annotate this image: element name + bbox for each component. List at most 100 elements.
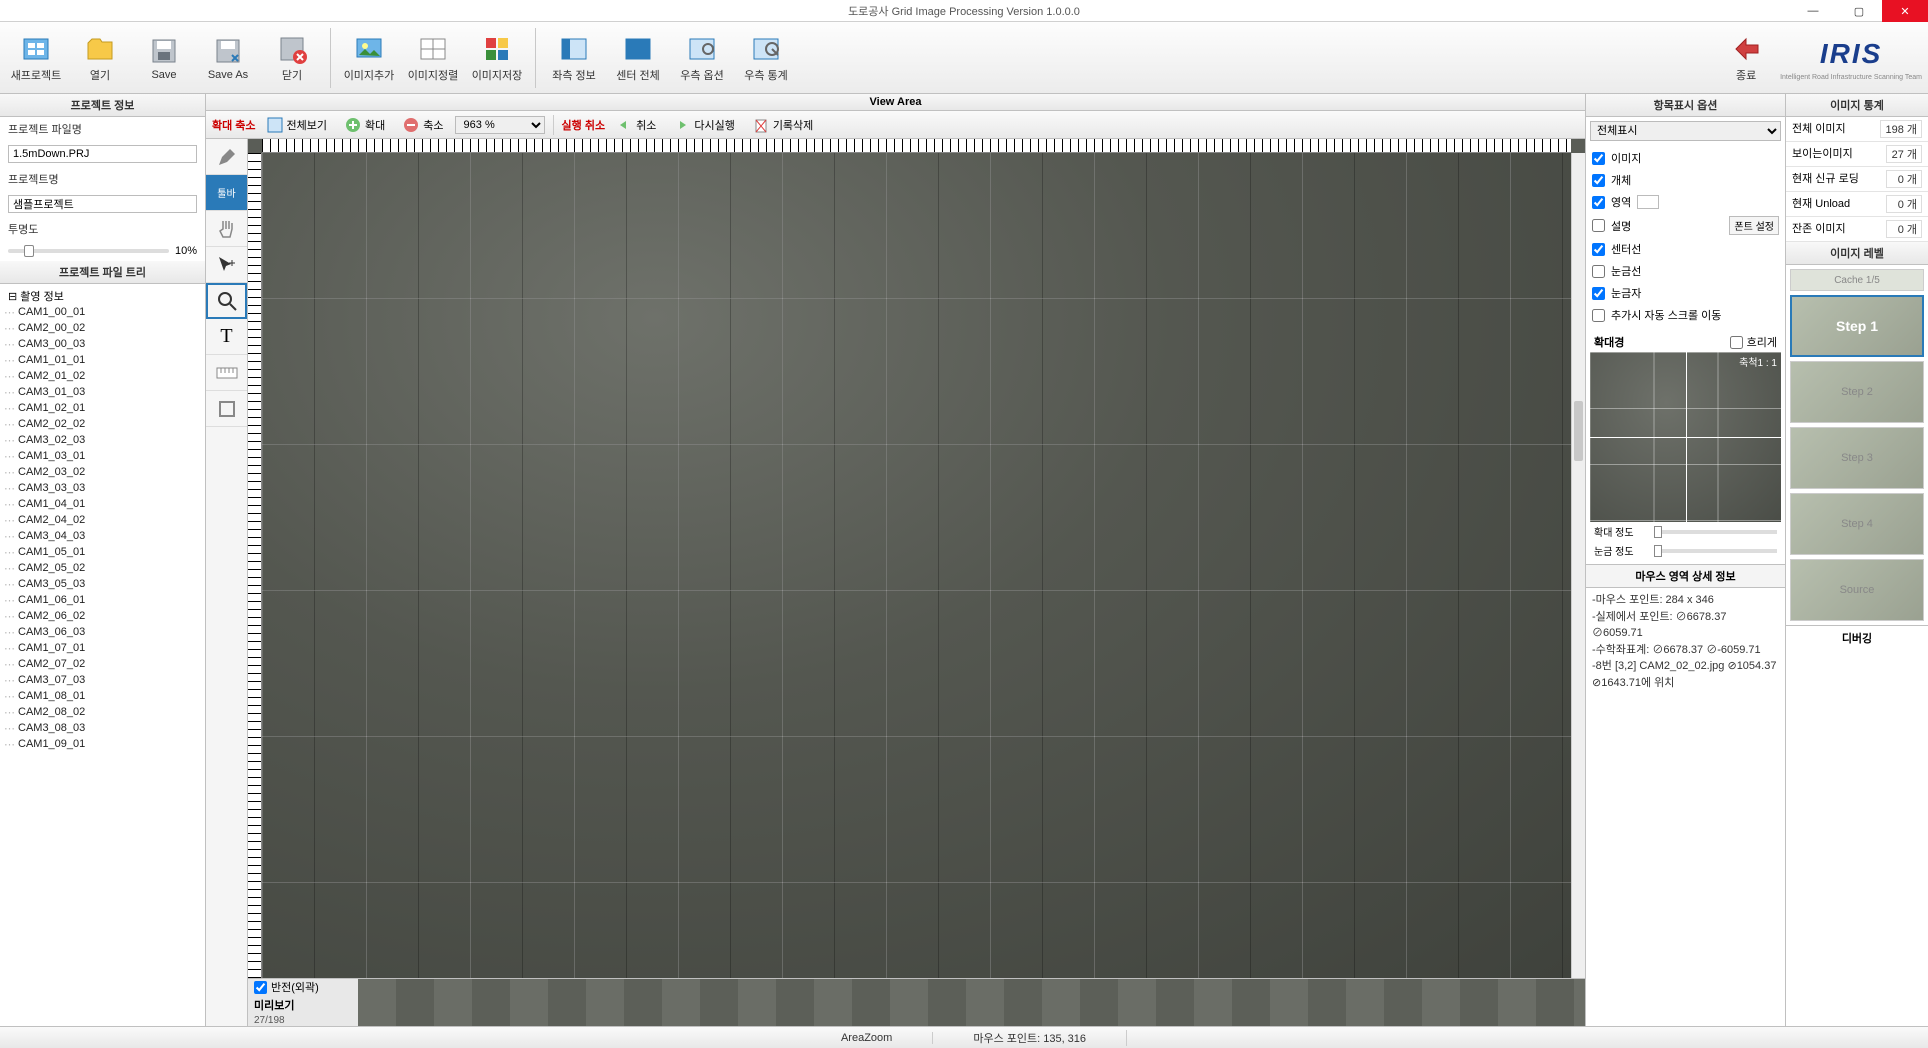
redo-button[interactable]: 다시실행 [667,114,741,136]
stat-row: 전체 이미지198 개 [1786,117,1928,142]
save-as-button[interactable]: Save As [198,26,258,90]
right-stat-button[interactable]: 우측 통계 [736,26,796,90]
zoom-in-button[interactable]: 확대 [338,114,392,136]
ribbon-toolbar: 새프로젝트 열기 Save Save As 닫기 이미지추가 이미지정렬 이미지… [0,22,1928,94]
left-info-button[interactable]: 좌측 정보 [544,26,604,90]
hand-tool[interactable] [206,211,247,247]
tree-node[interactable]: CAM2_02_02 [0,416,205,432]
rect-tool[interactable] [206,391,247,427]
panel-right-option-icon [686,33,718,65]
tree-node[interactable]: CAM3_01_03 [0,384,205,400]
save-image-button[interactable]: 이미지저장 [467,26,527,90]
opt-image-checkbox[interactable] [1592,152,1605,165]
minimize-button[interactable]: — [1790,0,1836,22]
exit-button[interactable]: 종료 [1716,26,1776,90]
tree-node[interactable]: CAM3_07_03 [0,672,205,688]
level-item[interactable]: Step 4 [1790,493,1924,555]
center-all-button[interactable]: 센터 전체 [608,26,668,90]
view-toolbar: 확대 축소 전체보기 확대 축소 963 % 실행 취소 취소 다시실행 기록삭… [206,111,1585,139]
zoom-select[interactable]: 963 % [455,116,545,134]
save-as-icon [212,35,244,67]
tree-node[interactable]: CAM1_08_01 [0,688,205,704]
opt-ruler-checkbox[interactable] [1592,287,1605,300]
tree-node[interactable]: CAM2_06_02 [0,608,205,624]
tree-root[interactable]: ⊟ 촬영 정보 [0,288,205,304]
mag-grid-slider[interactable] [1654,549,1777,553]
save-button[interactable]: Save [134,26,194,90]
blur-checkbox[interactable]: 흐리게 [1730,334,1777,350]
tree-node[interactable]: CAM1_07_01 [0,640,205,656]
magnifier-head: 확대경 [1594,334,1624,350]
move-tool[interactable] [206,247,247,283]
cache-level[interactable]: Cache 1/5 [1790,269,1924,291]
tree-node[interactable]: CAM1_03_01 [0,448,205,464]
pen-tool[interactable] [206,139,247,175]
tree-node[interactable]: CAM1_04_01 [0,496,205,512]
opacity-value: 10% [175,245,197,257]
tree-node[interactable]: CAM1_05_01 [0,544,205,560]
statusbar: AreaZoom 마우스 포인트: 135, 316 [0,1026,1928,1048]
close-project-button[interactable]: 닫기 [262,26,322,90]
tree-node[interactable]: CAM1_00_01 [0,304,205,320]
tree-node[interactable]: CAM2_05_02 [0,560,205,576]
tree-node[interactable]: CAM2_07_02 [0,656,205,672]
tree-node[interactable]: CAM1_09_01 [0,736,205,752]
tree-node[interactable]: CAM2_08_02 [0,704,205,720]
add-image-button[interactable]: 이미지추가 [339,26,399,90]
undo-button[interactable]: 취소 [609,114,663,136]
level-item[interactable]: Step 2 [1790,361,1924,423]
mag-zoom-slider[interactable] [1654,530,1777,534]
view-all-button[interactable]: 전체보기 [260,114,334,136]
project-name-input[interactable] [8,195,197,213]
tree-node[interactable]: CAM3_03_03 [0,480,205,496]
tree-node[interactable]: CAM2_00_02 [0,320,205,336]
tree-node[interactable]: CAM2_04_02 [0,512,205,528]
level-item[interactable]: Step 3 [1790,427,1924,489]
preview-invert-checkbox[interactable]: 반전(외곽) [254,979,352,995]
panel-center-icon [622,33,654,65]
delete-history-button[interactable]: 기록삭제 [746,114,820,136]
opt-desc-checkbox[interactable] [1592,219,1605,232]
close-button[interactable]: ✕ [1882,0,1928,22]
project-file-input[interactable] [8,145,197,163]
toolbar-label[interactable]: 툴바 [206,175,247,211]
opt-autoscroll-checkbox[interactable] [1592,309,1605,322]
panel-right-stat-icon [750,33,782,65]
level-item[interactable]: Step 1 [1790,295,1924,357]
opt-grid-checkbox[interactable] [1592,265,1605,278]
text-tool[interactable]: T [206,319,247,355]
align-image-button[interactable]: 이미지정렬 [403,26,463,90]
tree-node[interactable]: CAM3_02_03 [0,432,205,448]
tree-node[interactable]: CAM1_01_01 [0,352,205,368]
new-project-button[interactable]: 새프로젝트 [6,26,66,90]
tree-node[interactable]: CAM3_00_03 [0,336,205,352]
tree-node[interactable]: CAM3_05_03 [0,576,205,592]
tree-node[interactable]: CAM3_08_03 [0,720,205,736]
tree-node[interactable]: CAM1_02_01 [0,400,205,416]
area-color-swatch[interactable] [1637,195,1659,209]
magnifier-scale: 축척1 : 1 [1739,354,1777,369]
zoom-tool[interactable] [206,283,247,319]
open-button[interactable]: 열기 [70,26,130,90]
maximize-button[interactable]: ▢ [1836,0,1882,22]
display-select[interactable]: 전체표시 [1590,121,1781,141]
preview-strip[interactable] [358,979,1585,1026]
canvas-area[interactable]: 반전(외곽) 미리보기 27/198 [248,139,1585,1026]
tree-node[interactable]: CAM2_01_02 [0,368,205,384]
ruler-tool[interactable] [206,355,247,391]
stat-row: 현재 신규 로딩0 개 [1786,167,1928,192]
tree-node[interactable]: CAM2_03_02 [0,464,205,480]
tree-node[interactable]: CAM3_06_03 [0,624,205,640]
tree-node[interactable]: CAM1_06_01 [0,592,205,608]
scrollbar-vertical[interactable] [1571,153,1585,978]
project-tree[interactable]: ⊟ 촬영 정보 CAM1_00_01CAM2_00_02CAM3_00_03CA… [0,284,205,1026]
level-item[interactable]: Source [1790,559,1924,621]
opt-object-checkbox[interactable] [1592,174,1605,187]
opt-center-checkbox[interactable] [1592,243,1605,256]
font-setting-button[interactable]: 폰트 설정 [1729,216,1779,235]
opacity-slider[interactable] [8,249,169,253]
zoom-out-button[interactable]: 축소 [396,114,450,136]
tree-node[interactable]: CAM3_04_03 [0,528,205,544]
opt-area-checkbox[interactable] [1592,196,1605,209]
right-option-button[interactable]: 우측 옵션 [672,26,732,90]
